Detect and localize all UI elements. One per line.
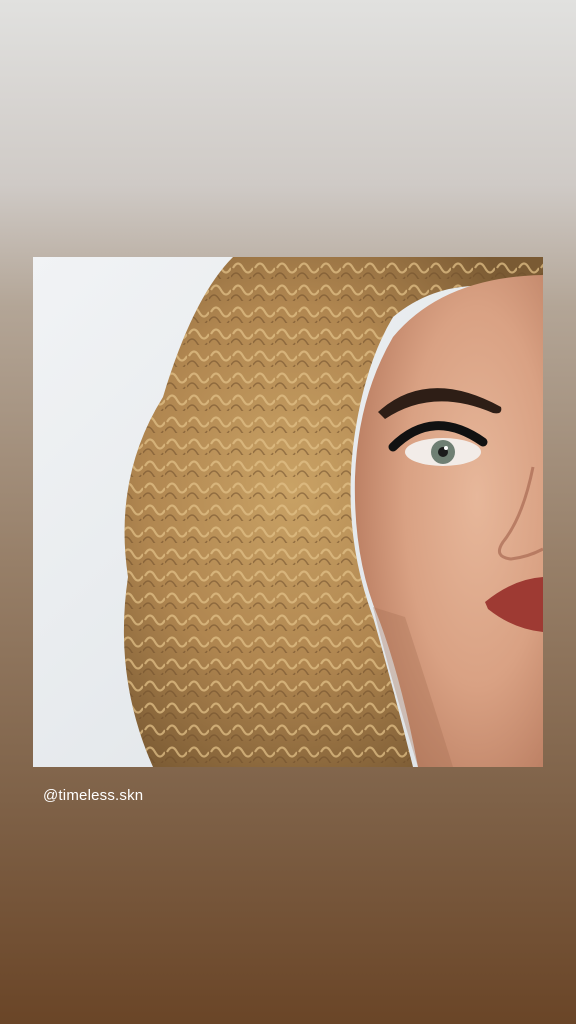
portrait-photo <box>33 257 543 767</box>
mention-caption[interactable]: @timeless.skn <box>43 787 143 804</box>
story-screen: @timeless.skn <box>0 0 576 1024</box>
story-photo <box>33 257 543 767</box>
